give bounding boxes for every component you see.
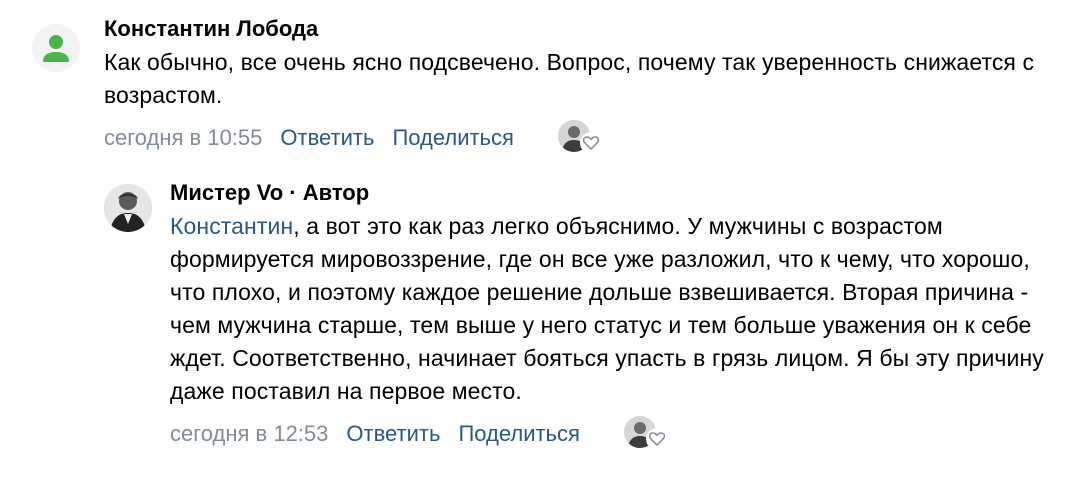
- comment-author[interactable]: Константин Лобода: [104, 14, 1064, 44]
- comment-date[interactable]: сегодня в 12:53: [170, 419, 328, 449]
- reply-button[interactable]: Ответить: [346, 419, 440, 449]
- comment-author-line: Мистер Vo · Автор: [170, 178, 1060, 208]
- avatar[interactable]: [104, 184, 152, 232]
- comment-footer: сегодня в 12:53 Ответить Поделиться: [170, 416, 1060, 452]
- like-reaction[interactable]: [623, 416, 668, 452]
- share-button[interactable]: Поделиться: [392, 123, 513, 153]
- comment-text: Константин, а вот это как раз легко объя…: [170, 210, 1060, 408]
- comment-body: Константин Лобода Как обычно, все очень …: [104, 12, 1064, 156]
- comment-date[interactable]: сегодня в 10:55: [104, 123, 262, 153]
- heart-icon: [645, 428, 668, 450]
- comment-body: Мистер Vo · Автор Константин, а вот это …: [170, 176, 1060, 452]
- mention-link[interactable]: Константин: [170, 213, 293, 239]
- comment-author[interactable]: Мистер Vo: [170, 180, 283, 205]
- author-badge: · Автор: [283, 180, 370, 205]
- comment-text: Как обычно, все очень ясно подсвечено. В…: [104, 49, 1035, 108]
- default-user-icon: [32, 24, 80, 72]
- avatar[interactable]: [32, 24, 80, 72]
- reply-button[interactable]: Ответить: [280, 123, 374, 153]
- share-button[interactable]: Поделиться: [458, 419, 579, 449]
- comment-footer: сегодня в 10:55 Ответить Поделиться: [104, 120, 1064, 156]
- comment-text-body: , а вот это как раз легко объяснимо. У м…: [170, 213, 1044, 404]
- like-reaction[interactable]: [557, 120, 602, 156]
- portrait-photo: [104, 184, 152, 232]
- heart-icon: [579, 132, 602, 154]
